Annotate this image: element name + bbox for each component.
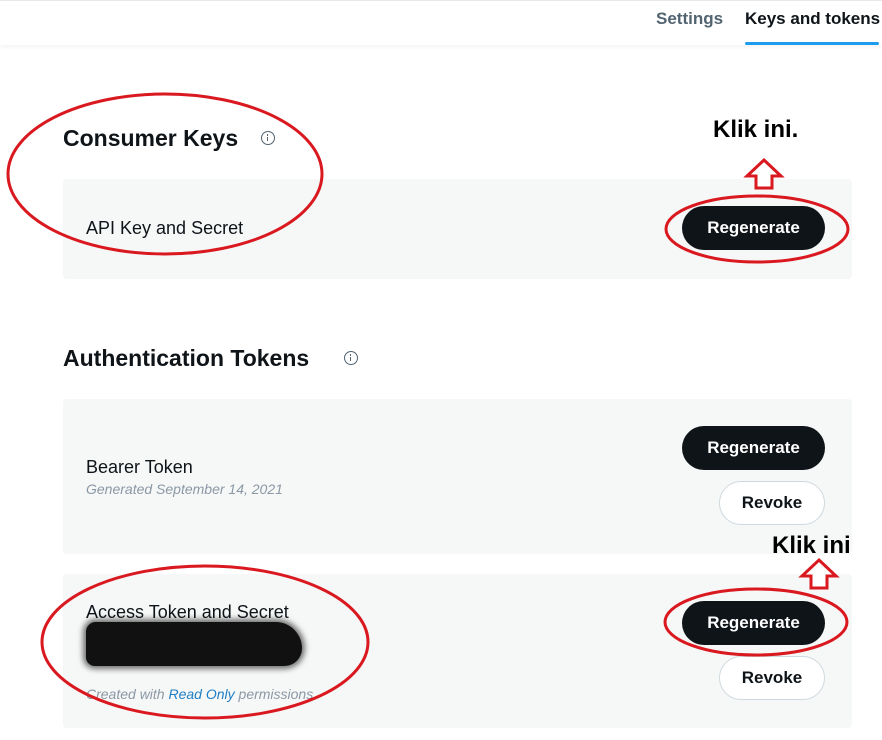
- regenerate-bearer-token-button[interactable]: Regenerate: [682, 426, 825, 470]
- active-tab-indicator: [745, 42, 879, 45]
- access-token-permissions: Created with Read Only permissions: [86, 686, 313, 702]
- api-key-label: API Key and Secret: [86, 218, 244, 238]
- consumer-keys-title: Consumer Keys: [63, 125, 239, 151]
- authentication-tokens-title: Authentication Tokens: [63, 345, 310, 371]
- info-icon[interactable]: [261, 131, 275, 145]
- annotation-note-top: Klik ini.: [713, 116, 799, 143]
- revoke-access-token-button[interactable]: Revoke: [719, 656, 825, 700]
- regenerate-api-key-button[interactable]: Regenerate: [682, 206, 825, 250]
- permissions-prefix: Created with: [86, 686, 165, 702]
- bearer-token-generated-date: Generated September 14, 2021: [86, 481, 283, 497]
- bearer-token-label: Bearer Token: [86, 457, 193, 477]
- read-only-permission-link[interactable]: Read Only: [168, 686, 234, 702]
- tab-settings[interactable]: Settings: [656, 9, 723, 29]
- top-tab-bar: Settings Keys and tokens: [0, 0, 882, 45]
- permissions-suffix: permissions: [238, 686, 314, 702]
- annotation-note-bottom: Klik ini: [772, 532, 851, 559]
- access-token-label: Access Token and Secret: [86, 602, 289, 622]
- tab-keys-and-tokens[interactable]: Keys and tokens: [745, 9, 880, 29]
- info-icon[interactable]: [344, 351, 358, 365]
- regenerate-access-token-button[interactable]: Regenerate: [682, 601, 825, 645]
- redacted-token-value: [86, 622, 302, 666]
- revoke-bearer-token-button[interactable]: Revoke: [719, 481, 825, 525]
